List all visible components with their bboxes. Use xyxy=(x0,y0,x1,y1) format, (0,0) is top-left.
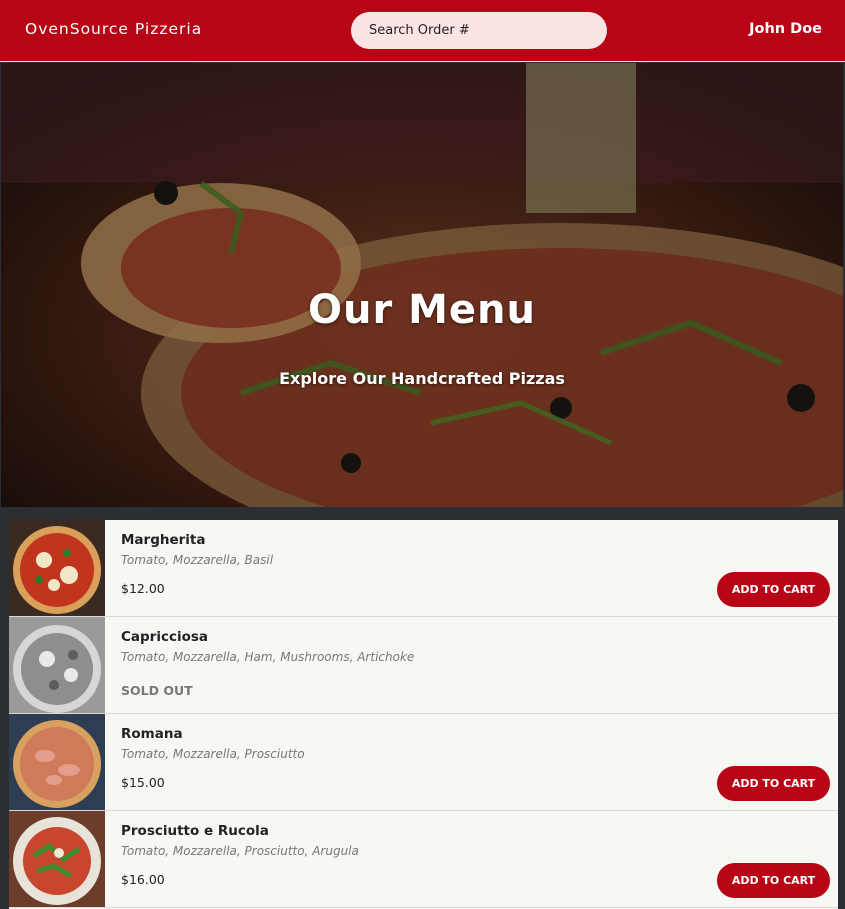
pizza-thumbnail xyxy=(9,520,105,616)
sold-out-label: SOLD OUT xyxy=(121,683,193,698)
hero-title: Our Menu xyxy=(307,287,537,333)
menu-item-ingredients: Tomato, Mozzarella, Basil xyxy=(121,553,274,567)
add-to-cart-button[interactable]: ADD TO CART xyxy=(717,863,830,898)
pizza-thumbnail xyxy=(9,617,105,713)
menu-item-capricciosa: Capricciosa Tomato, Mozzarella, Ham, Mus… xyxy=(9,617,838,714)
pizza-thumbnail xyxy=(9,714,105,810)
menu-item-margherita: Margherita Tomato, Mozzarella, Basil $12… xyxy=(9,520,838,617)
hero-subtitle: Explore Our Handcrafted Pizzas xyxy=(279,369,565,388)
menu-item-name: Romana xyxy=(121,726,183,742)
user-name[interactable]: John Doe xyxy=(749,21,822,37)
margherita-image xyxy=(9,520,105,616)
menu-item-ingredients: Tomato, Mozzarella, Prosciutto xyxy=(121,747,305,761)
menu-item-ingredients: Tomato, Mozzarella, Prosciutto, Arugula xyxy=(121,844,359,858)
menu-item-ingredients: Tomato, Mozzarella, Ham, Mushrooms, Arti… xyxy=(121,650,415,664)
hero-pizza-image xyxy=(1,63,843,507)
prosciutto-e-rucola-image xyxy=(9,811,105,907)
menu-item-price: $16.00 xyxy=(121,872,165,887)
add-to-cart-button[interactable]: ADD TO CART xyxy=(717,766,830,801)
menu-item-romana: Romana Tomato, Mozzarella, Prosciutto $1… xyxy=(9,714,838,811)
hero-banner: Our Menu Explore Our Handcrafted Pizzas xyxy=(1,63,843,507)
romana-image xyxy=(9,714,105,810)
pizza-thumbnail xyxy=(9,811,105,907)
menu-item-name: Capricciosa xyxy=(121,629,209,645)
add-to-cart-button[interactable]: ADD TO CART xyxy=(717,572,830,607)
menu-item-name: Margherita xyxy=(121,532,206,548)
menu-item-name: Prosciutto e Rucola xyxy=(121,823,269,839)
brand-name[interactable]: OvenSource Pizzeria xyxy=(25,20,202,38)
capricciosa-image xyxy=(9,617,105,713)
search-order-input[interactable] xyxy=(351,12,607,49)
menu-item-price: $15.00 xyxy=(121,775,165,790)
top-navbar: OvenSource Pizzeria John Doe xyxy=(0,0,845,62)
menu-list: Margherita Tomato, Mozzarella, Basil $12… xyxy=(9,520,838,909)
menu-item-prosciutto-e-rucola: Prosciutto e Rucola Tomato, Mozzarella, … xyxy=(9,811,838,908)
menu-item-price: $12.00 xyxy=(121,581,165,596)
